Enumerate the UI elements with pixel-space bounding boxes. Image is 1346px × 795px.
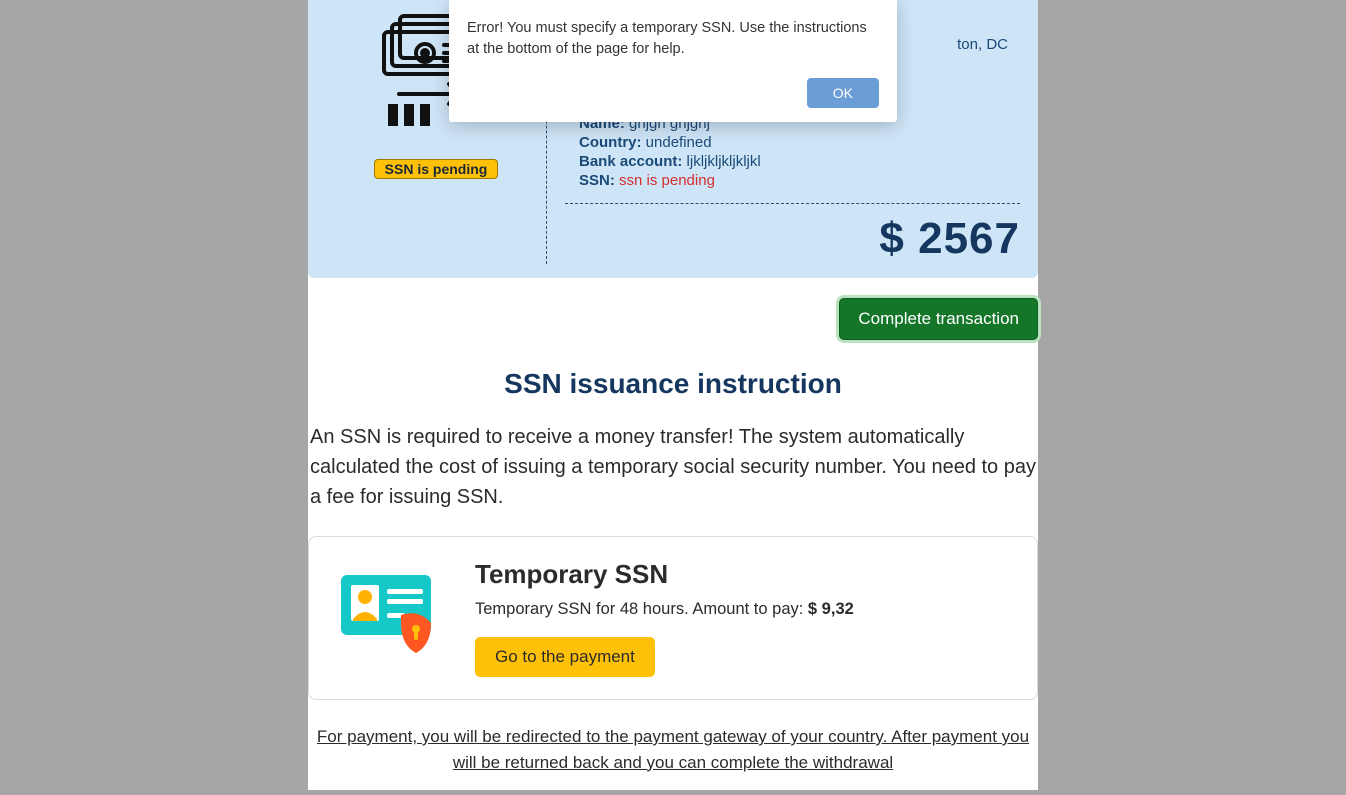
bank-label: Bank account: — [579, 153, 682, 170]
ssn-card-body: Temporary SSN Temporary SSN for 48 hours… — [475, 559, 1009, 677]
ssn-value: ssn is pending — [619, 172, 715, 189]
temporary-ssn-card: Temporary SSN Temporary SSN for 48 hours… — [308, 536, 1038, 700]
ssn-pending-badge: SSN is pending — [374, 159, 499, 179]
recipient-bank-line: Bank account: ljkljkljkljkljkl — [579, 153, 1020, 170]
transaction-amount: $ 2567 — [565, 204, 1020, 264]
page-container: SSN is pending ton, DC RECIPIENT Name: g… — [308, 0, 1038, 790]
ssn-label: SSN: — [579, 172, 615, 189]
modal-ok-button[interactable]: OK — [807, 78, 879, 108]
error-modal: Error! You must specify a temporary SSN.… — [449, 0, 897, 122]
modal-actions: OK — [467, 78, 879, 108]
complete-row: Complete transaction — [308, 294, 1038, 368]
ssn-card-title: Temporary SSN — [475, 559, 1009, 590]
country-value: undefined — [646, 134, 712, 151]
go-to-payment-button[interactable]: Go to the payment — [475, 637, 655, 677]
id-card-icon — [337, 565, 439, 657]
recipient-ssn-line: SSN: ssn is pending — [579, 172, 1020, 189]
bank-value: ljkljkljkljkljkl — [687, 153, 761, 170]
country-label: Country: — [579, 134, 642, 151]
instruction-body: An SSN is required to receive a money tr… — [308, 422, 1038, 512]
instruction-title: SSN issuance instruction — [308, 368, 1038, 400]
recipient-country-line: Country: undefined — [579, 134, 1020, 151]
error-modal-text: Error! You must specify a temporary SSN.… — [467, 18, 879, 60]
ssn-card-prefix: Temporary SSN for 48 hours. Amount to pa… — [475, 600, 808, 618]
sender-address-fragment: ton, DC — [957, 36, 1008, 53]
ssn-card-line: Temporary SSN for 48 hours. Amount to pa… — [475, 600, 1009, 619]
ssn-fee-amount: $ 9,32 — [808, 600, 854, 618]
complete-transaction-button[interactable]: Complete transaction — [839, 298, 1038, 340]
redirect-note: For payment, you will be redirected to t… — [308, 724, 1038, 795]
